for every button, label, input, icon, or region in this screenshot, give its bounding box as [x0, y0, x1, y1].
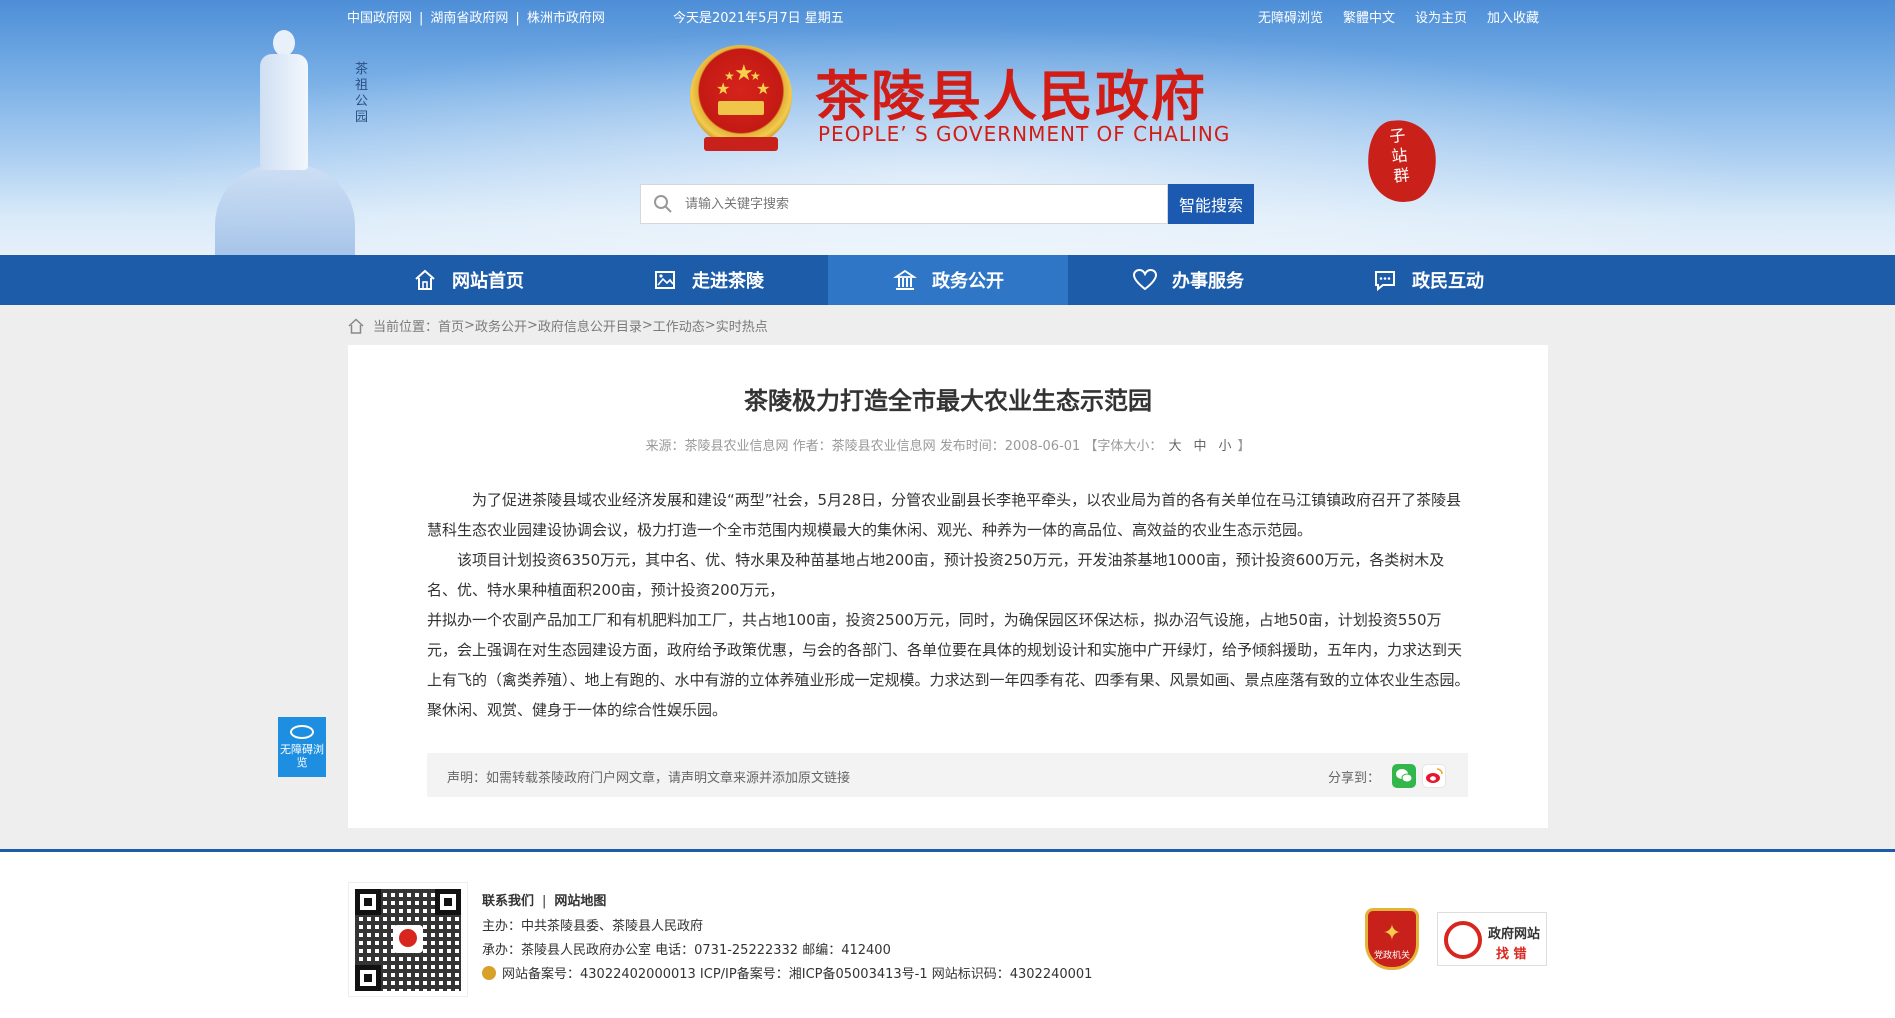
footer-organizer: 承办：茶陵县人民政府办公室 电话：0731-25222332 邮编：412400	[482, 943, 891, 958]
subsites-label: 子站群	[1388, 125, 1411, 186]
font-size-medium-button[interactable]: 中	[1193, 439, 1206, 454]
traditional-chinese-link[interactable]: 繁體中文	[1343, 11, 1395, 26]
breadcrumb-government-affairs[interactable]: 政务公开	[475, 316, 527, 335]
current-date: 今天是2021年5月7日 星期五	[673, 11, 844, 26]
national-emblem-icon: ★ ★ ★ ★ ★	[690, 45, 792, 155]
article-body: 为了促进茶陵县域农业经济发展和建设“两型”社会，5月28日，分管农业副县长李艳平…	[427, 485, 1471, 725]
party-emblem-icon: ✦	[1382, 921, 1402, 946]
nav-item-government-affairs[interactable]: 政务公开	[828, 255, 1068, 305]
footer-links: 联系我们 | 网站地图	[482, 894, 607, 909]
contact-us-link[interactable]: 联系我们	[482, 894, 534, 909]
search-input[interactable]	[685, 185, 1155, 223]
main-nav: 网站首页 走进茶陵 政务公开 办事服务 政民互动	[0, 255, 1895, 305]
heart-icon	[1132, 267, 1158, 293]
footer-host: 主办：中共茶陵县委、茶陵县人民政府	[482, 919, 704, 934]
breadcrumb-separator: >	[641, 318, 653, 333]
header-banner: 茶祖公园 中国政府网 | 湖南省政府网 | 株洲市政府网 今天是2021年5月7日 星期…	[0, 0, 1895, 255]
set-homepage-link[interactable]: 设为主页	[1415, 11, 1467, 26]
footer: 联系我们 | 网站地图 主办：中共茶陵县委、茶陵县人民政府 承办：茶陵县人民政府办公…	[0, 849, 1895, 1018]
article-paragraph: 并拟办一个农副产品加工厂和有机肥料加工厂，共占地100亩，投资2500万元，同时…	[427, 611, 1470, 719]
site-map-link[interactable]: 网站地图	[554, 894, 606, 909]
breadcrumb-hot-topics[interactable]: 实时热点	[716, 316, 768, 335]
article-meta: 来源：茶陵县农业信息网 作者：茶陵县农业信息网 发布时间：2008-06-01 …	[348, 435, 1548, 454]
accessibility-float-label: 无障碍浏览	[280, 743, 324, 769]
article-source-info: 来源：茶陵县农业信息网 作者：茶陵县农业信息网 发布时间：2008-06-01 …	[645, 439, 1163, 454]
police-badge-icon	[482, 966, 496, 980]
link-hunan-gov[interactable]: 湖南省政府网	[430, 7, 508, 26]
breadcrumb-separator: >	[526, 318, 538, 333]
search-box	[640, 184, 1168, 224]
nav-item-label: 政务公开	[932, 271, 1004, 292]
article-card: 茶陵极力打造全市最大农业生态示范园 来源：茶陵县农业信息网 作者：茶陵县农业信息…	[348, 345, 1548, 828]
meta-bracket-close: 】	[1237, 439, 1251, 454]
breadcrumb-prefix: 当前位置：	[373, 320, 439, 335]
breadcrumb-info-catalog[interactable]: 政府信息公开目录	[538, 316, 642, 335]
park-label: 茶祖公园	[355, 62, 370, 125]
wechat-share-icon[interactable]	[1392, 764, 1416, 788]
smart-search-button[interactable]: 智能搜索	[1168, 184, 1254, 224]
footer-record-line: 网站备案号：430224020000​13 ICP/IP备案号：湘ICP备050…	[482, 963, 1092, 982]
footer-record: 网站备案号：430224020000​13 ICP/IP备案号：湘ICP备050…	[502, 967, 1093, 982]
nav-item-services[interactable]: 办事服务	[1068, 255, 1308, 305]
breadcrumb-home[interactable]: 首页	[438, 316, 464, 335]
site-title: 茶陵县人民政府	[815, 64, 1207, 128]
search-icon	[654, 195, 672, 213]
government-building-icon	[892, 267, 918, 293]
breadcrumb-separator: >	[464, 318, 475, 333]
accessibility-float-button[interactable]: 无障碍浏览	[278, 717, 326, 777]
site-subtitle: PEOPLE’ S GOVERNMENT OF CHALING	[818, 122, 1231, 146]
font-size-large-button[interactable]: 大	[1168, 439, 1181, 454]
image-icon	[652, 267, 678, 293]
nav-item-home[interactable]: 网站首页	[348, 255, 588, 305]
weibo-share-icon[interactable]	[1422, 764, 1446, 788]
magnifier-icon	[1444, 921, 1482, 959]
breadcrumb-work-news[interactable]: 工作动态	[653, 316, 705, 335]
accessible-browse-link[interactable]: 无障碍浏览	[1258, 11, 1323, 26]
article-paragraph: 该项目计划投资6350万元，其中名、优、特水果及种苗基地占地200亩，预计投资2…	[427, 551, 1445, 599]
chat-icon	[1372, 267, 1398, 293]
party-government-badge[interactable]: ✦ 党政机关	[1365, 908, 1419, 970]
article-title: 茶陵极力打造全市最大农业生态示范园	[744, 387, 1152, 415]
nav-item-label: 网站首页	[452, 271, 524, 292]
nav-item-label: 政民互动	[1412, 271, 1484, 292]
home-icon	[348, 317, 364, 334]
font-size-small-button[interactable]: 小	[1218, 439, 1231, 454]
article-paragraph: 为了促进茶陵县域农业经济发展和建设“两型”社会，5月28日，分管农业副县长李艳平…	[427, 491, 1462, 539]
top-right-links: 无障碍浏览 繁體中文 设为主页 加入收藏	[1238, 7, 1539, 26]
copyright-statement: 声明：如需转载茶陵政府门户网文章，请声明文章来源并添加原文链接	[447, 771, 851, 786]
link-china-gov[interactable]: 中国政府网	[347, 7, 412, 26]
nav-item-interaction[interactable]: 政民互动	[1308, 255, 1548, 305]
top-links: 中国政府网 | 湖南省政府网 | 株洲市政府网	[347, 7, 605, 26]
report-error-badge[interactable]: 政府网站 找 错	[1437, 912, 1547, 966]
breadcrumb: 当前位置： 首页 > 政务公开 > 政府信息公开目录 > 工作动态 > 实时热点	[347, 316, 768, 335]
error-badge-line-1: 政府网站	[1488, 927, 1541, 942]
error-badge-line-2: 找 错	[1496, 947, 1527, 962]
add-favorite-link[interactable]: 加入收藏	[1487, 11, 1539, 26]
eye-icon	[290, 725, 314, 739]
copyright-statement-bar: 声明：如需转载茶陵政府门户网文章，请声明文章来源并添加原文链接 分享到：	[427, 753, 1468, 797]
share-label: 分享到：	[1327, 771, 1380, 786]
breadcrumb-separator: >	[704, 318, 716, 333]
party-badge-label: 党政机关	[1373, 951, 1410, 961]
nav-item-about-chaling[interactable]: 走进茶陵	[588, 255, 828, 305]
qr-code-image	[348, 882, 468, 997]
link-zhuzhou-gov[interactable]: 株洲市政府网	[527, 7, 605, 26]
tea-ancestor-statue-image	[248, 30, 318, 170]
nav-item-label: 办事服务	[1172, 271, 1244, 292]
statue-pedestal-image	[215, 165, 355, 255]
home-icon	[412, 267, 438, 293]
nav-item-label: 走进茶陵	[692, 271, 764, 292]
